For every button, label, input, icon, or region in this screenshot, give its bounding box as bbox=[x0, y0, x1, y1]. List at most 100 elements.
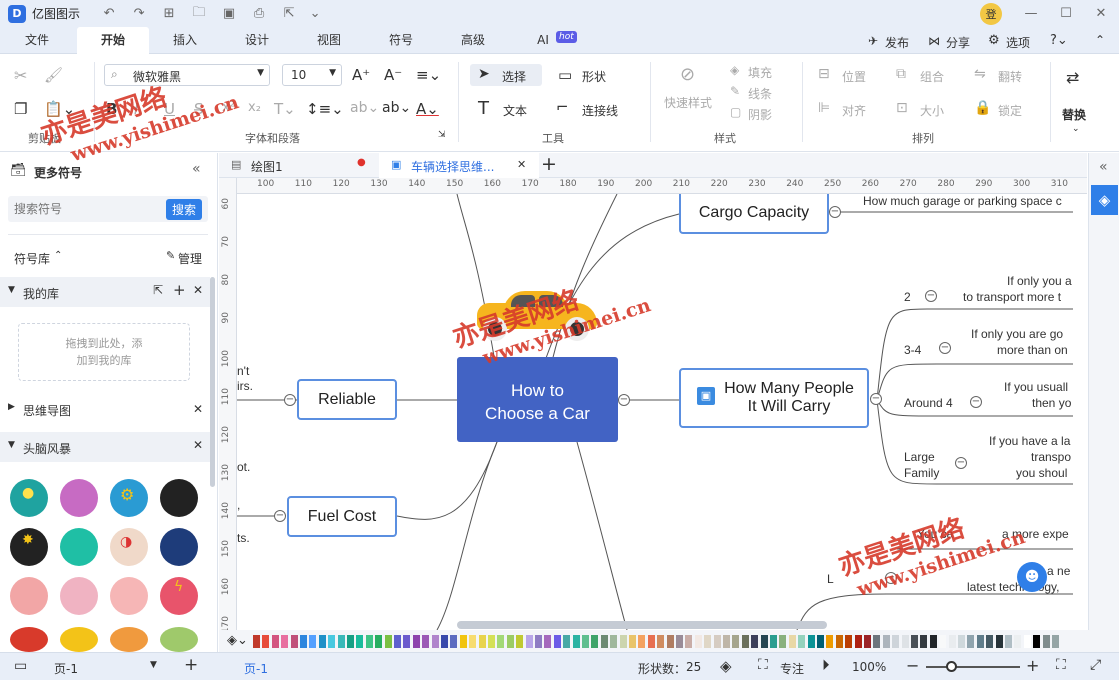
focus-button[interactable]: 专注 bbox=[780, 660, 804, 677]
new-file-icon[interactable]: ⊞ bbox=[158, 3, 180, 25]
play-icon[interactable]: ⏵ bbox=[822, 656, 830, 674]
user-avatar[interactable]: 登 bbox=[980, 3, 1002, 25]
color-swatch[interactable] bbox=[544, 635, 552, 648]
color-swatch[interactable] bbox=[253, 635, 260, 648]
color-swatch[interactable] bbox=[657, 635, 665, 648]
color-swatch[interactable] bbox=[412, 635, 420, 648]
text-case-icon[interactable]: T⌄ bbox=[274, 100, 296, 118]
underline-icon[interactable]: U bbox=[164, 100, 175, 118]
tab-drawing1[interactable]: ▤ 绘图1 ● bbox=[219, 153, 379, 178]
color-swatch[interactable] bbox=[337, 635, 345, 648]
cargo-note[interactable]: How much garage or parking space c bbox=[863, 194, 1062, 208]
head-gears-symbol[interactable]: ⚙ bbox=[110, 479, 148, 517]
collapse-button[interactable]: − bbox=[284, 394, 296, 406]
shadow-button[interactable]: 阴影 bbox=[748, 106, 772, 123]
color-swatch[interactable] bbox=[478, 635, 486, 648]
fill-button[interactable]: 填充 bbox=[748, 64, 772, 81]
color-swatch[interactable] bbox=[1014, 635, 1022, 648]
color-swatch[interactable] bbox=[281, 635, 289, 648]
color-swatch[interactable] bbox=[704, 635, 712, 648]
color-swatch[interactable] bbox=[788, 635, 796, 648]
color-swatch[interactable] bbox=[375, 635, 383, 648]
color-swatch[interactable] bbox=[535, 635, 542, 648]
color-swatch[interactable] bbox=[610, 635, 618, 648]
head-dark-symbol[interactable] bbox=[160, 479, 198, 517]
head-brain-symbol[interactable] bbox=[60, 479, 98, 517]
page-tab[interactable]: 页-1 bbox=[244, 660, 268, 677]
quick-style-button[interactable]: 快速样式 bbox=[664, 94, 712, 111]
color-swatches[interactable] bbox=[253, 630, 1113, 652]
font-family-select[interactable]: ⌕ 微软雅黑 ▼ bbox=[104, 64, 270, 86]
menu-symbols[interactable]: 符号 bbox=[376, 27, 426, 54]
people-symbol[interactable] bbox=[110, 627, 148, 652]
collapse-button[interactable]: − bbox=[939, 342, 951, 354]
left-fragment-3[interactable]: ot. bbox=[237, 460, 250, 474]
import-icon[interactable]: ⇱ bbox=[153, 283, 163, 297]
topic-fuel-cost[interactable]: Fuel Cost bbox=[287, 496, 397, 537]
color-swatch[interactable] bbox=[290, 635, 298, 648]
drop-zone[interactable]: 拖拽到此处，添 加到我的库 bbox=[18, 323, 190, 381]
add-tab-icon[interactable]: + bbox=[541, 153, 557, 175]
color-swatch[interactable] bbox=[958, 635, 965, 648]
color-swatch[interactable] bbox=[967, 635, 975, 648]
strikethrough-icon[interactable]: S̶ bbox=[194, 100, 204, 118]
subscript-icon[interactable]: x₂ bbox=[248, 100, 261, 115]
highlight-icon[interactable]: ab⌄ bbox=[350, 100, 379, 116]
add-icon[interactable]: + bbox=[173, 281, 186, 299]
flip-button[interactable]: 翻转 bbox=[998, 68, 1022, 85]
color-swatch[interactable] bbox=[450, 635, 458, 648]
search-input[interactable] bbox=[14, 199, 154, 219]
color-swatch[interactable] bbox=[732, 635, 740, 648]
color-swatch[interactable] bbox=[318, 635, 326, 648]
lower-text-1b[interactable]: a more expe bbox=[1002, 527, 1069, 541]
color-swatch[interactable] bbox=[760, 635, 768, 648]
color-swatch[interactable] bbox=[356, 635, 364, 648]
line-spacing-icon[interactable]: ↕≡⌄ bbox=[306, 100, 344, 118]
fullscreen-icon[interactable]: ⤢ bbox=[1090, 657, 1101, 673]
close-icon[interactable]: ✕ bbox=[193, 402, 203, 416]
menu-home[interactable]: 开始 bbox=[77, 27, 149, 54]
option-3-4[interactable]: 3-4 bbox=[904, 343, 921, 357]
tab-car-mindmap[interactable]: ▣ 车辆选择思维... ✕ bbox=[379, 153, 539, 178]
target-symbol[interactable] bbox=[160, 627, 198, 652]
option-large-family-2[interactable]: Family bbox=[904, 466, 939, 480]
color-swatch[interactable] bbox=[798, 635, 806, 648]
option-around-4-text-2[interactable]: then yo bbox=[1032, 396, 1071, 410]
publish-button[interactable]: 发布 bbox=[885, 34, 909, 51]
shape-icon[interactable]: ▭ bbox=[558, 66, 572, 84]
ai-assistant-button[interactable]: ☻ bbox=[1017, 562, 1047, 592]
color-swatch[interactable] bbox=[694, 635, 702, 648]
fill-icon[interactable]: ◈ bbox=[730, 63, 739, 77]
lower-text-1[interactable]: You ca bbox=[917, 527, 953, 541]
size-icon[interactable]: ⊡ bbox=[896, 100, 908, 116]
quick-access-dropdown-icon[interactable]: ⌄ bbox=[304, 3, 326, 25]
close-tab-icon[interactable]: ✕ bbox=[517, 158, 526, 171]
color-swatch[interactable] bbox=[892, 635, 900, 648]
fill-bucket-icon[interactable]: ◈⌄ bbox=[227, 633, 248, 648]
color-swatch[interactable] bbox=[835, 635, 843, 648]
color-swatch[interactable] bbox=[976, 635, 984, 648]
align-text-icon[interactable]: ≡⌄ bbox=[416, 66, 441, 84]
lock-icon[interactable]: 🔒 bbox=[974, 100, 991, 116]
format-painter-icon[interactable]: 🖌 bbox=[44, 66, 63, 84]
share-icon[interactable]: ⋈ bbox=[928, 34, 940, 48]
color-swatch[interactable] bbox=[384, 635, 392, 648]
publish-icon[interactable]: ✈ bbox=[868, 34, 878, 48]
option-2[interactable]: 2 bbox=[904, 290, 911, 304]
color-swatch[interactable] bbox=[770, 635, 777, 648]
color-swatch[interactable] bbox=[347, 635, 354, 648]
color-swatch[interactable] bbox=[723, 635, 730, 648]
lock-button[interactable]: 锁定 bbox=[998, 102, 1022, 119]
left-fragment-2[interactable]: irs. bbox=[237, 379, 253, 393]
color-swatch[interactable] bbox=[422, 635, 430, 648]
collapse-button[interactable]: − bbox=[274, 510, 286, 522]
replace-button[interactable]: 替换 bbox=[1062, 106, 1086, 123]
collapse-button[interactable]: − bbox=[618, 394, 630, 406]
add-page-icon[interactable]: + bbox=[184, 655, 198, 675]
brain-light-symbol[interactable] bbox=[110, 577, 148, 615]
quick-style-icon[interactable]: ⊘ bbox=[680, 64, 695, 85]
collapse-button[interactable]: − bbox=[870, 393, 882, 405]
color-swatch[interactable] bbox=[911, 635, 918, 648]
menu-advanced[interactable]: 高级 bbox=[448, 27, 498, 54]
close-icon[interactable]: ✕ bbox=[1090, 2, 1112, 24]
